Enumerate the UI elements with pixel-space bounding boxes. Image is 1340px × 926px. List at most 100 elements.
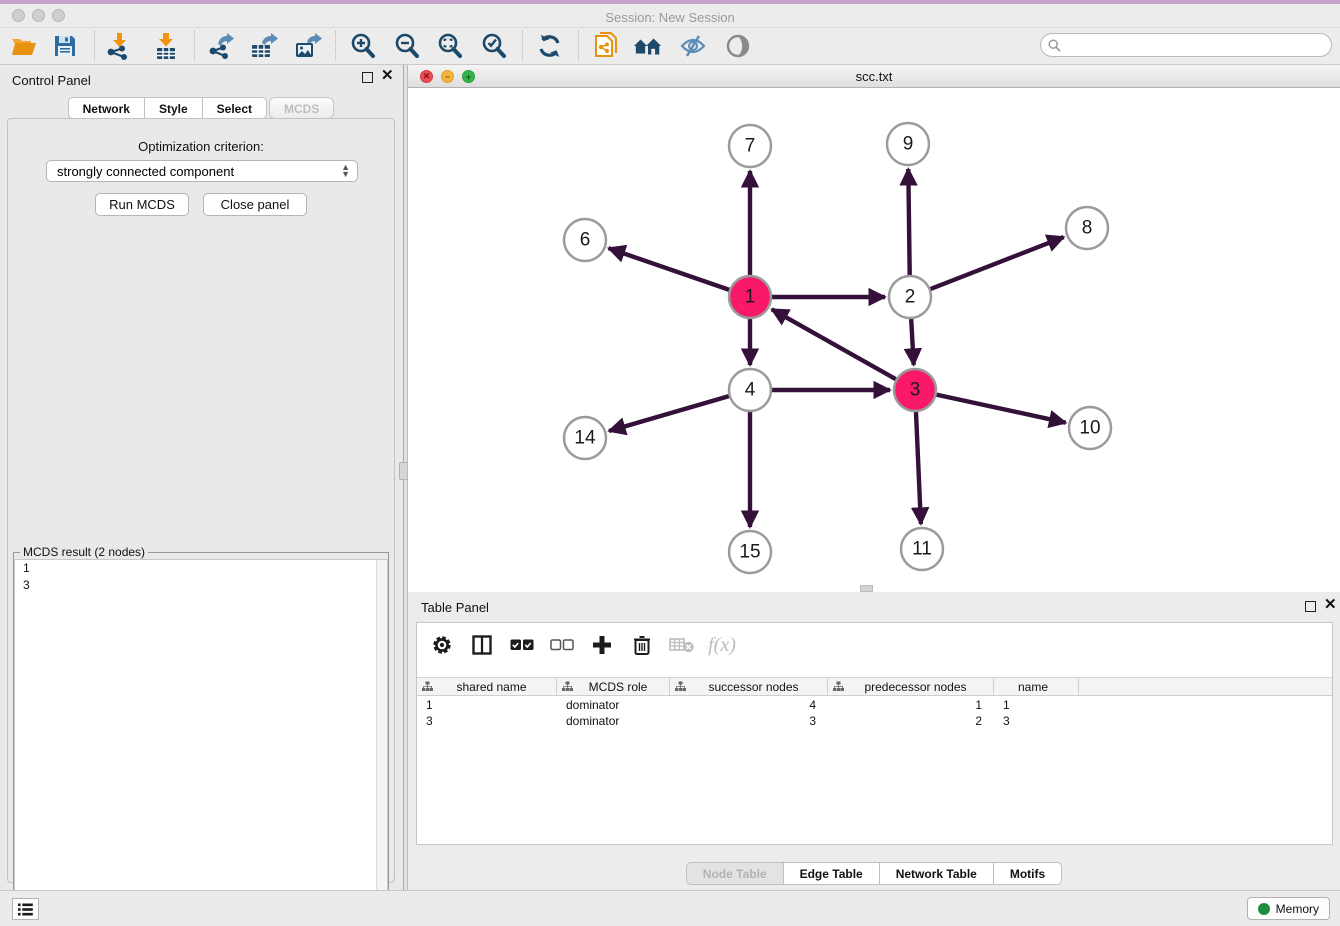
network-window-titlebar[interactable]: ✕ − + scc.txt (408, 65, 1340, 88)
refresh-icon[interactable] (535, 31, 565, 61)
hide-selected-icon[interactable] (678, 31, 708, 61)
node-14[interactable]: 14 (564, 417, 606, 459)
table-area: f(x) shared nameMCDS rolesuccessor nodes… (416, 622, 1333, 845)
chevron-updown-icon: ▲▼ (341, 161, 350, 181)
node-9[interactable]: 9 (887, 123, 929, 165)
export-network-icon[interactable] (205, 31, 235, 61)
tab-motifs[interactable]: Motifs (993, 862, 1062, 885)
cell-successor-nodes[interactable]: 4 (670, 697, 828, 713)
node-6[interactable]: 6 (564, 219, 606, 261)
delete-column-icon[interactable] (629, 632, 655, 658)
export-table-icon[interactable] (248, 31, 278, 61)
close-panel-button[interactable]: Close panel (203, 193, 307, 216)
table-row[interactable]: 1dominator411 (417, 697, 1332, 713)
search-icon (1048, 39, 1061, 52)
deselect-all-checks-icon[interactable] (549, 632, 575, 658)
toolbar-separator (522, 31, 523, 61)
float-panel-icon[interactable] (362, 72, 373, 83)
column-header-shared-name[interactable]: shared name (417, 678, 557, 695)
save-session-icon[interactable] (50, 31, 80, 61)
tab-mcds[interactable]: MCDS (269, 97, 334, 119)
tab-network-table[interactable]: Network Table (879, 862, 993, 885)
column-view-icon[interactable] (469, 632, 495, 658)
window-titlebar: Session: New Session (0, 4, 1340, 28)
table-options-gear-icon[interactable] (429, 632, 455, 658)
task-history-button[interactable] (12, 898, 39, 920)
node-2[interactable]: 2 (889, 276, 931, 318)
svg-text:1: 1 (745, 287, 756, 308)
function-builder-icon[interactable]: f(x) (709, 632, 735, 658)
cell-name[interactable]: 1 (994, 697, 1079, 713)
node-7[interactable]: 7 (729, 125, 771, 167)
node-11[interactable]: 11 (901, 528, 943, 570)
node-1[interactable]: 1 (729, 276, 771, 318)
add-column-icon[interactable] (589, 632, 615, 658)
tab-select[interactable]: Select (202, 97, 267, 119)
new-network-from-selection-icon[interactable] (591, 31, 621, 61)
memory-button[interactable]: Memory (1247, 897, 1330, 920)
zoom-selected-icon[interactable] (479, 31, 509, 61)
node-4[interactable]: 4 (729, 369, 771, 411)
edge-2-8[interactable] (910, 237, 1064, 297)
table-float-panel-icon[interactable] (1305, 601, 1316, 612)
open-session-icon[interactable] (8, 31, 38, 61)
cell-MCDS-role[interactable]: dominator (557, 697, 670, 713)
cell-shared-name[interactable]: 3 (417, 713, 557, 729)
mcds-result-line: 3 (15, 577, 387, 594)
cell-shared-name[interactable]: 1 (417, 697, 557, 713)
search-field[interactable] (1040, 33, 1332, 57)
svg-text:8: 8 (1082, 218, 1093, 239)
tab-edge-table[interactable]: Edge Table (783, 862, 879, 885)
tab-style[interactable]: Style (144, 97, 202, 119)
table-panel-tabs: Node TableEdge TableNetwork TableMotifs (408, 862, 1340, 885)
run-mcds-button[interactable]: Run MCDS (95, 193, 189, 216)
table-close-panel-icon[interactable]: ✕ (1324, 598, 1337, 612)
select-all-checks-icon[interactable] (509, 632, 535, 658)
first-neighbors-icon[interactable] (633, 31, 663, 61)
control-panel-title: Control Panel (12, 73, 91, 88)
svg-text:15: 15 (739, 542, 760, 563)
mcds-panel: Optimization criterion: strongly connect… (7, 118, 395, 883)
network-view-window: ✕ − + scc.txt 1 2 3 4 6 7 8 9 10 11 14 15 (407, 65, 1340, 592)
optimization-criterion-dropdown[interactable]: strongly connected component ▲▼ (46, 160, 358, 182)
column-header-successor-nodes[interactable]: successor nodes (670, 678, 828, 695)
delete-table-icon[interactable] (669, 632, 695, 658)
cell-predecessor-nodes[interactable]: 2 (828, 713, 994, 729)
column-header-name[interactable]: name (994, 678, 1079, 695)
network-graph[interactable]: 1 2 3 4 6 7 8 9 10 11 14 15 (408, 88, 1340, 592)
cell-successor-nodes[interactable]: 3 (670, 713, 828, 729)
toolbar-separator (578, 31, 579, 61)
zoom-fit-icon[interactable] (435, 31, 465, 61)
edge-3-1[interactable] (772, 309, 915, 390)
result-scrollbar[interactable] (376, 560, 387, 925)
list-icon (18, 903, 33, 916)
node-8[interactable]: 8 (1066, 207, 1108, 249)
tab-node-table[interactable]: Node Table (686, 862, 783, 885)
zoom-in-icon[interactable] (348, 31, 378, 61)
zoom-out-icon[interactable] (392, 31, 422, 61)
column-sort-tree-icon (562, 681, 573, 692)
node-3[interactable]: 3 (894, 369, 936, 411)
close-panel-icon[interactable]: ✕ (381, 69, 394, 83)
column-header-predecessor-nodes[interactable]: predecessor nodes (828, 678, 994, 695)
import-network-icon[interactable] (104, 31, 134, 61)
svg-text:14: 14 (574, 428, 596, 449)
show-all-icon[interactable] (723, 31, 753, 61)
node-10[interactable]: 10 (1069, 407, 1111, 449)
tab-network[interactable]: Network (68, 97, 144, 119)
search-input[interactable] (1065, 38, 1331, 52)
table-row[interactable]: 3dominator323 (417, 713, 1332, 729)
mcds-result-textarea[interactable]: 13 (14, 559, 388, 926)
cell-name[interactable]: 3 (994, 713, 1079, 729)
import-table-icon[interactable] (151, 31, 181, 61)
cell-MCDS-role[interactable]: dominator (557, 713, 670, 729)
column-header-MCDS-role[interactable]: MCDS role (557, 678, 670, 695)
edge-1-6[interactable] (609, 248, 750, 297)
edge-3-10[interactable] (915, 390, 1066, 423)
horizontal-splitter-handle[interactable] (860, 585, 873, 592)
cell-predecessor-nodes[interactable]: 1 (828, 697, 994, 713)
table-toolbar: f(x) (417, 623, 1332, 667)
node-15[interactable]: 15 (729, 531, 771, 573)
column-sort-tree-icon (675, 681, 686, 692)
export-image-icon[interactable] (292, 31, 322, 61)
